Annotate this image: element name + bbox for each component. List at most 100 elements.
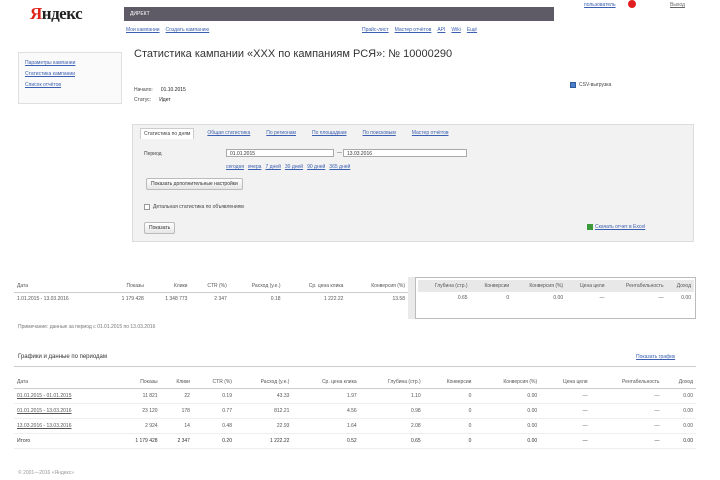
quick-today[interactable]: сегодня [226,164,244,170]
nav-price-list[interactable]: Прайс-лист [362,27,389,33]
table-cell: — [654,423,660,429]
tab-report-wizard[interactable]: Мастер отчётов [409,128,452,139]
subnav-left: Мои кампании Создать кампанию [126,27,209,33]
tab-general-stats[interactable]: Общая статистика [204,128,253,139]
direct-header-bar: ДИРЕКТ [124,7,554,21]
section-divider [14,366,696,367]
nav-my-campaigns[interactable]: Мои кампании [126,27,160,33]
table-cell: 812.21 [274,408,290,414]
table-cell: 1.64 [346,423,357,429]
details-col-avg-cpc: Ср. цена клика [321,379,357,385]
csv-icon [570,82,576,88]
tab-stats-by-day[interactable]: Статистика по дням [140,128,195,139]
total-cell: 1 179 428 [135,438,158,444]
table-cell: 0.00 [527,408,538,414]
quick-yesterday[interactable]: вчера [248,164,261,170]
nav-more[interactable]: Ещё [467,27,477,33]
total-cell: 0.20 [222,438,232,444]
csv-export[interactable]: CSV-выгрузка [570,82,611,88]
table-cell: 22.93 [276,423,290,429]
meta-status-label: Статус: [134,97,152,103]
campaign-meta: Начало: 01.10.2015 Статус: Идет [134,85,186,105]
table-cell: 43.33 [276,393,290,399]
table-cell: 11 821 [142,393,158,399]
table-cell: 0 [468,423,472,429]
table-cell: 0.00 [683,408,693,414]
table-cell[interactable]: 01.01.2015 - 01.01.2015 [14,389,114,404]
footer-copyright: © 2001—2016 «Яндекс» [18,470,75,476]
sidebar-item-campaign-stats[interactable]: Статистика кампании [25,71,115,77]
detail-checkbox-label: Детальная статистика по объявлениям [153,204,244,210]
logout-link[interactable]: Выход [670,2,685,8]
show-chart-link[interactable]: Показать график [636,354,675,360]
total-cell: 2 347 [177,438,190,444]
details-col-revenue: Доход [678,379,693,385]
csv-label: CSV-выгрузка [579,82,612,88]
table-cell: — [582,423,588,429]
details-col-conversions: Конверсии [446,379,472,385]
details-col-cost: Расход (у.е.) [260,379,290,385]
details-section-title: Графики и данные по периодам [18,354,108,360]
summary-cell-cost: 0.18 [270,296,281,302]
table-cell: 23 120 [142,408,158,414]
table-row: 01.01.2015 - 01.01.2015 11 821 22 0.19 43.33… [14,389,696,404]
date-from-input[interactable]: 01.01.2015 [226,149,334,157]
total-row: Итого 1 179 428 2 347 0.20 1 222.22 0.52 0.65 0… [14,434,696,449]
metrica-cell-depth: 0.65 [457,295,468,301]
table-cell: 2 924 [145,423,158,429]
nav-create-campaign[interactable]: Создать кампанию [166,27,210,33]
metrica-cell-revenue: 0.00 [681,295,691,301]
table-cell: — [582,408,588,414]
show-button[interactable]: Показать [144,222,176,234]
metrica-header-row: Глубина (стр.) Конверсии Конверсия (%) Ц… [418,280,694,292]
tab-by-site[interactable]: По площадкам [309,128,350,139]
sidebar-item-report-list[interactable]: Список отчётов [25,82,115,88]
summary-col-avg-cpc: Ср. цена клика [308,283,344,289]
table-cell: 2.08 [410,423,421,429]
details-header-row: Дата Показы Клики CTR (%) Расход (у.е.) … [14,376,696,389]
tab-by-region[interactable]: По регионам [263,128,299,139]
quick-7-days[interactable]: 7 дней [265,164,280,170]
total-cell: 0.52 [346,438,357,444]
total-cell: 0.00 [683,438,693,444]
details-col-impressions: Показы [140,379,158,385]
sidebar-item-campaign-params[interactable]: Параметры кампании [25,60,115,66]
date-to-input[interactable]: 13.03.2016 [343,149,467,157]
quick-90-days[interactable]: 90 дней [307,164,325,170]
table-cell: 14 [184,423,190,429]
quick-365-days[interactable]: 365 дней [329,164,350,170]
table-cell[interactable]: 13.03.2016 - 13.03.2016 [14,419,114,434]
notification-badge-icon[interactable] [628,0,636,8]
total-cell: — [582,438,588,444]
detail-checkbox[interactable] [144,204,150,210]
metrica-collapse-handle[interactable] [408,277,416,319]
details-col-profitability: Рентабельность [621,379,660,385]
table-cell: 0.48 [222,423,232,429]
table-cell: 0.77 [222,408,232,414]
yandex-logo[interactable]: Яндекс [30,4,83,24]
summary-col-ctr: CTR (%) [207,283,227,289]
subnav-right: Прайс-лист Мастер отчётов API Wiki Ещё [362,27,477,33]
detail-checkbox-row[interactable]: Детальная статистика по объявлениям [144,204,244,210]
nav-report-wizard[interactable]: Мастер отчётов [395,27,432,33]
table-cell: 1.10 [410,393,421,399]
nav-api[interactable]: API [437,27,445,33]
metrica-row: 0.65 0 0.00 — — 0.00 [418,292,694,304]
table-cell: 0.98 [410,408,421,414]
table-cell[interactable]: 01.01.2015 - 13.03.2016 [14,404,114,419]
tab-by-search[interactable]: По поисковым [360,128,399,139]
details-col-conversion-rate: Конверсия (%) [503,379,538,385]
quick-30-days[interactable]: 30 дней [285,164,303,170]
extra-settings-button[interactable]: Показать дополнительные настройки [146,178,243,190]
nav-wiki[interactable]: Wiki [451,27,460,33]
total-cell: 1 222.22 [269,438,290,444]
meta-status-value: Идет [159,97,171,103]
summary-col-impressions: Показы [126,283,144,289]
excel-export-link[interactable]: Скачать отчет в Excel [587,224,645,230]
total-cell: 0 [468,438,472,444]
user-account-link[interactable]: пользователь [584,2,616,8]
summary-cell-clicks: 1 348 773 [165,296,188,302]
summary-note: Примечание: данные за период с 01.01.201… [18,324,156,330]
date-from-value: 01.01.2015 [230,151,256,157]
table-cell: 0.00 [683,393,693,399]
